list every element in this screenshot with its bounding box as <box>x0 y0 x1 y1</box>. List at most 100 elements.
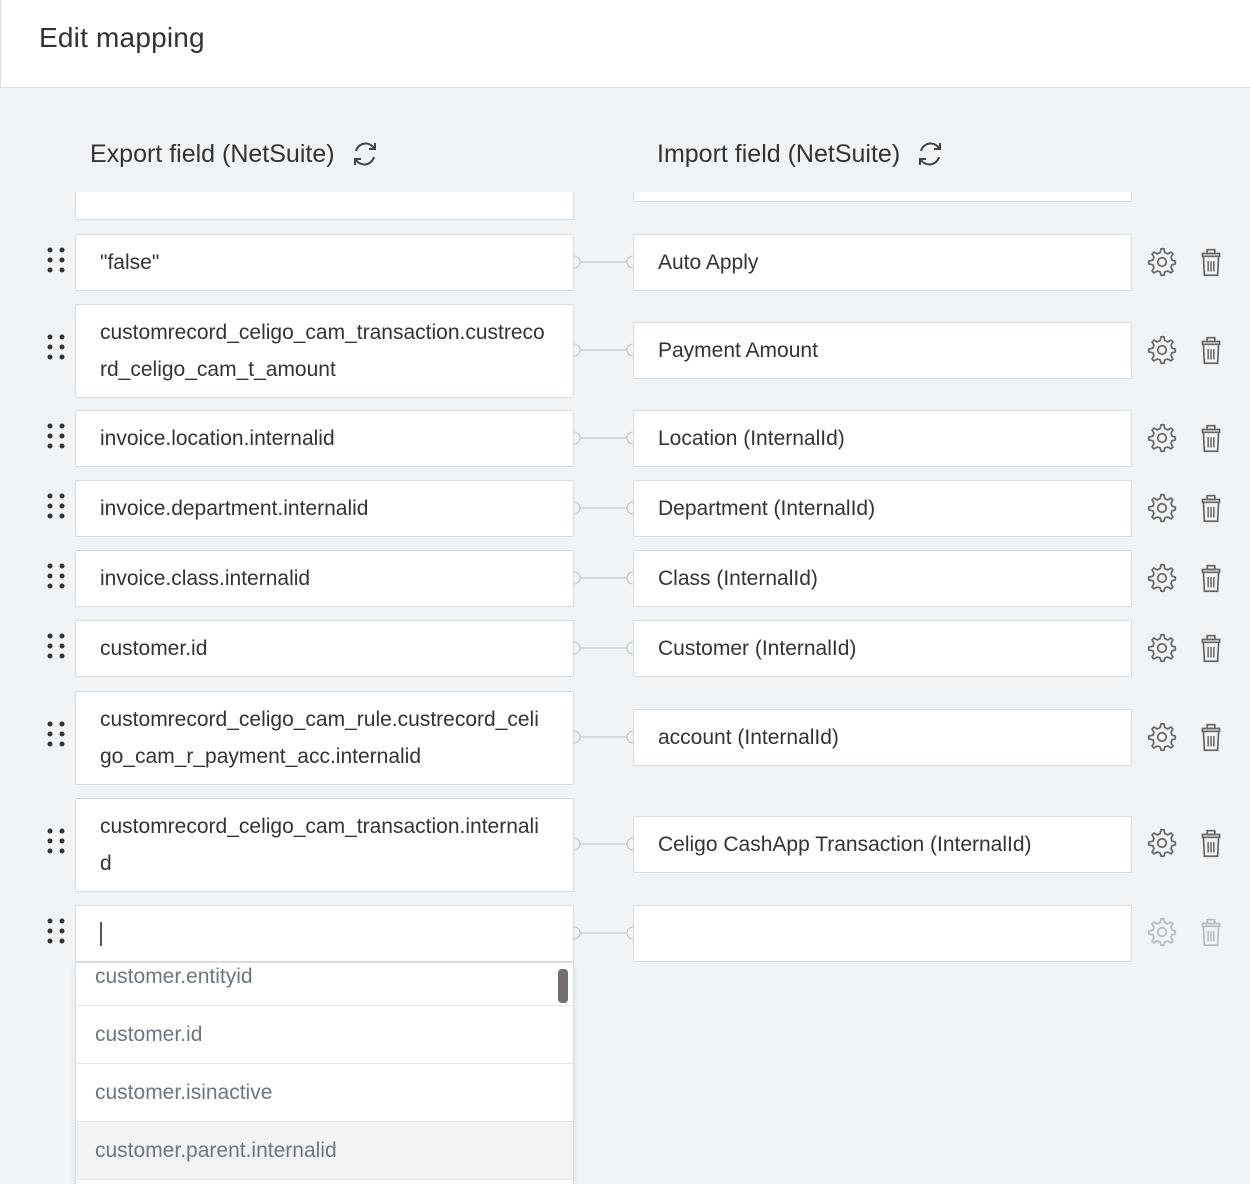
export-field-value: customer.id <box>100 637 208 660</box>
export-field[interactable]: customer.id <box>75 620 574 677</box>
delete-button[interactable] <box>1193 630 1229 666</box>
trash-icon <box>1201 634 1221 663</box>
connector-line <box>574 571 633 585</box>
connector-line <box>574 431 633 445</box>
delete-button[interactable] <box>1193 420 1229 456</box>
export-field[interactable]: record_celigo_cam_t_date <box>75 192 574 220</box>
import-column-title: Import field (NetSuite) <box>657 139 901 168</box>
settings-button[interactable] <box>1144 914 1180 950</box>
import-field[interactable]: account (InternalId) <box>633 709 1132 766</box>
settings-button[interactable] <box>1144 244 1180 280</box>
gear-icon <box>1147 633 1177 663</box>
import-field-value: Payment Amount <box>658 339 818 362</box>
trash-icon <box>1201 918 1221 947</box>
drag-handle-icon[interactable] <box>45 827 67 855</box>
export-field-value: customrecord_celigo_cam_transaction.inte… <box>100 815 539 875</box>
delete-button[interactable] <box>1193 332 1229 368</box>
export-field-value: invoice.class.internalid <box>100 567 311 590</box>
drag-handle-icon[interactable] <box>45 562 67 590</box>
connector-line <box>574 255 633 269</box>
import-field-value: Customer (InternalId) <box>658 637 857 660</box>
import-field-value: account (InternalId) <box>658 726 839 749</box>
dropdown-option-highlighted[interactable]: customer.parent.internalid <box>76 1122 573 1180</box>
settings-button[interactable] <box>1144 825 1180 861</box>
export-field[interactable]: customrecord_celigo_cam_transaction.cust… <box>75 304 574 398</box>
new-export-field-input[interactable] <box>75 905 574 962</box>
export-field[interactable]: "false" <box>75 234 574 291</box>
drag-handle-icon[interactable] <box>45 492 67 520</box>
export-field-dropdown[interactable]: customer.entityid customer.id customer.i… <box>75 962 574 1184</box>
page-title: Edit mapping <box>39 22 205 53</box>
refresh-icon[interactable] <box>349 138 381 170</box>
gear-icon <box>1147 423 1177 453</box>
export-field[interactable]: customrecord_celigo_cam_rule.custrecord_… <box>75 691 574 785</box>
delete-button[interactable] <box>1193 914 1229 950</box>
drag-handle-icon[interactable] <box>45 333 67 361</box>
drag-handle-icon[interactable] <box>45 246 67 274</box>
delete-button[interactable] <box>1193 560 1229 596</box>
trash-icon <box>1201 723 1221 752</box>
export-column-header: Export field (NetSuite) <box>90 136 381 172</box>
settings-button[interactable] <box>1144 420 1180 456</box>
export-field-value: invoice.department.internalid <box>100 497 369 520</box>
gear-icon <box>1147 493 1177 523</box>
dropdown-option-label: customer.id <box>95 1022 203 1046</box>
dropdown-option-label: customer.isinactive <box>95 1080 273 1104</box>
settings-button[interactable] <box>1144 490 1180 526</box>
drag-handle-icon[interactable] <box>45 720 67 748</box>
dropdown-option[interactable]: customer.entityid <box>76 963 573 1006</box>
trash-icon <box>1201 829 1221 858</box>
mapping-list[interactable]: record_celigo_cam_t_date "false" Auto Ap… <box>0 192 1250 1184</box>
page-header: Edit mapping <box>0 0 1250 88</box>
connector-line <box>574 641 633 655</box>
import-field[interactable]: Location (InternalId) <box>633 410 1132 467</box>
import-field-value: Location (InternalId) <box>658 427 845 450</box>
export-field[interactable]: invoice.department.internalid <box>75 480 574 537</box>
import-column-header: Import field (NetSuite) <box>657 136 946 172</box>
connector-line <box>574 343 633 357</box>
settings-button[interactable] <box>1144 719 1180 755</box>
drag-handle-icon[interactable] <box>45 422 67 450</box>
trash-icon <box>1201 336 1221 365</box>
connector-line <box>574 501 633 515</box>
dropdown-option-label: customer.parent.internalid <box>95 1138 337 1162</box>
export-field-value: customrecord_celigo_cam_rule.custrecord_… <box>100 708 539 768</box>
text-cursor <box>100 921 102 946</box>
export-field[interactable]: invoice.location.internalid <box>75 410 574 467</box>
settings-button[interactable] <box>1144 560 1180 596</box>
export-field[interactable]: invoice.class.internalid <box>75 550 574 607</box>
dropdown-option-label: customer.entityid <box>95 964 253 988</box>
new-import-field-input[interactable] <box>633 905 1132 962</box>
gear-icon <box>1147 335 1177 365</box>
import-field[interactable]: Payment Amount <box>633 322 1132 379</box>
gear-icon <box>1147 828 1177 858</box>
settings-button[interactable] <box>1144 332 1180 368</box>
drag-handle-icon[interactable] <box>45 632 67 660</box>
gear-icon <box>1147 247 1177 277</box>
gear-icon <box>1147 917 1177 947</box>
gear-icon <box>1147 722 1177 752</box>
import-field[interactable]: Auto Apply <box>633 234 1132 291</box>
delete-button[interactable] <box>1193 825 1229 861</box>
import-field[interactable]: Class (InternalId) <box>633 550 1132 607</box>
refresh-icon[interactable] <box>914 138 946 170</box>
delete-button[interactable] <box>1193 719 1229 755</box>
import-field[interactable]: Department (InternalId) <box>633 480 1132 537</box>
delete-button[interactable] <box>1193 490 1229 526</box>
delete-button[interactable] <box>1193 244 1229 280</box>
settings-button[interactable] <box>1144 630 1180 666</box>
export-field[interactable]: customrecord_celigo_cam_transaction.inte… <box>75 798 574 892</box>
import-field[interactable]: Celigo CashApp Transaction (InternalId) <box>633 816 1132 873</box>
connector-line <box>574 730 633 744</box>
export-column-title: Export field (NetSuite) <box>90 139 335 168</box>
dropdown-option[interactable]: customer.id <box>76 1006 573 1064</box>
trash-icon <box>1201 494 1221 523</box>
connector-line <box>574 837 633 851</box>
gear-icon <box>1147 563 1177 593</box>
export-field-value: invoice.location.internalid <box>100 427 335 450</box>
dropdown-scrollbar[interactable] <box>558 969 568 1003</box>
drag-handle-icon[interactable] <box>45 917 67 945</box>
import-field[interactable] <box>633 192 1132 202</box>
import-field[interactable]: Customer (InternalId) <box>633 620 1132 677</box>
dropdown-option[interactable]: customer.isinactive <box>76 1064 573 1122</box>
